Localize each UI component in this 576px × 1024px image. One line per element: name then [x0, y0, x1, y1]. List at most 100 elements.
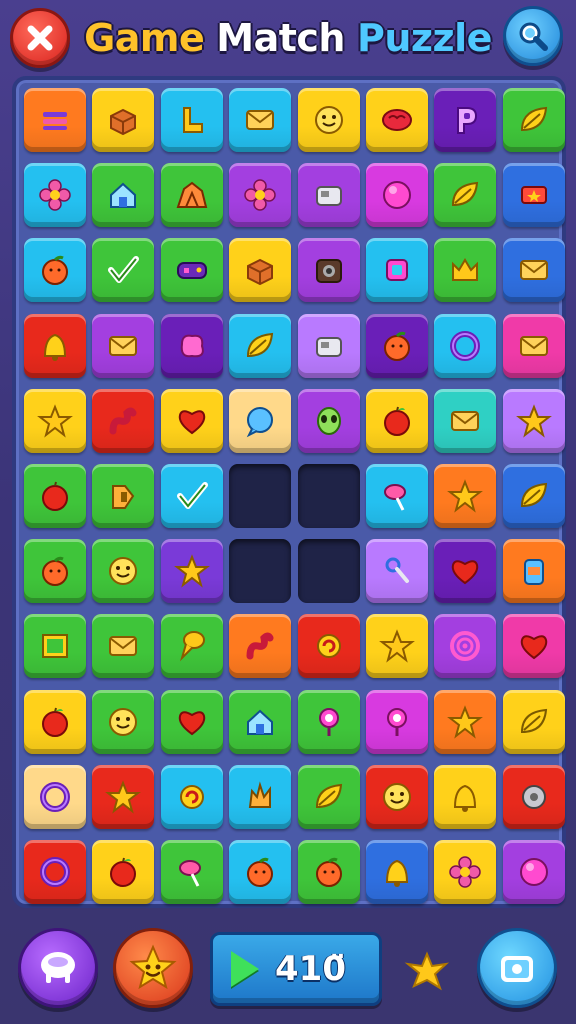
- shop-button[interactable]: [18, 928, 98, 1008]
- tile[interactable]: [366, 840, 428, 904]
- tile[interactable]: [434, 764, 497, 829]
- tile[interactable]: [24, 88, 86, 152]
- tile[interactable]: [24, 464, 86, 528]
- tile[interactable]: [24, 539, 86, 604]
- tile[interactable]: [366, 539, 428, 604]
- tile[interactable]: [24, 614, 86, 679]
- tile[interactable]: [502, 614, 565, 679]
- tile[interactable]: [502, 238, 565, 303]
- tile[interactable]: [502, 764, 565, 829]
- camera-button[interactable]: [477, 928, 557, 1008]
- tile[interactable]: [434, 840, 497, 904]
- tile[interactable]: [160, 689, 223, 754]
- tile[interactable]: [502, 88, 565, 152]
- tile[interactable]: [92, 689, 155, 754]
- tile[interactable]: [92, 88, 155, 152]
- tile[interactable]: [229, 88, 292, 152]
- tile[interactable]: [92, 464, 155, 528]
- tile[interactable]: [366, 464, 428, 528]
- bars-icon: [43, 112, 67, 130]
- tile[interactable]: [297, 238, 360, 303]
- tile[interactable]: [297, 313, 360, 378]
- bonus-star-icon[interactable]: [402, 946, 452, 996]
- tile[interactable]: [160, 614, 223, 679]
- tile[interactable]: [160, 464, 223, 528]
- tile[interactable]: [160, 388, 223, 453]
- tile[interactable]: [229, 163, 292, 228]
- tile[interactable]: [92, 163, 155, 228]
- tile[interactable]: [366, 614, 428, 679]
- tile[interactable]: [24, 238, 86, 303]
- tile[interactable]: [502, 464, 565, 528]
- tile[interactable]: [24, 689, 86, 754]
- face-icon: [109, 707, 138, 736]
- tile[interactable]: [92, 238, 155, 303]
- tile[interactable]: [229, 689, 292, 754]
- tile[interactable]: [92, 313, 155, 378]
- tile[interactable]: [366, 764, 428, 829]
- leaf-icon: [247, 332, 274, 357]
- tile[interactable]: [434, 614, 497, 679]
- tile[interactable]: [434, 388, 497, 453]
- tile[interactable]: [24, 388, 86, 453]
- tile[interactable]: [229, 313, 292, 378]
- tile[interactable]: [366, 388, 428, 453]
- tile[interactable]: [24, 764, 86, 829]
- tile[interactable]: [229, 614, 292, 679]
- close-button[interactable]: [10, 8, 70, 68]
- tile[interactable]: [229, 388, 292, 453]
- tile[interactable]: [24, 163, 86, 228]
- tile[interactable]: [297, 88, 360, 152]
- tile[interactable]: [434, 689, 497, 754]
- tile[interactable]: [92, 764, 155, 829]
- tile[interactable]: [92, 614, 155, 679]
- tile[interactable]: [24, 313, 86, 378]
- tile[interactable]: [92, 539, 155, 604]
- tile[interactable]: [160, 539, 223, 604]
- tile[interactable]: [229, 238, 292, 303]
- empty-cell[interactable]: [229, 464, 292, 528]
- tile[interactable]: [502, 539, 565, 604]
- tile[interactable]: [502, 163, 565, 228]
- tile[interactable]: [229, 840, 292, 904]
- empty-cell[interactable]: [297, 539, 360, 604]
- tile[interactable]: [229, 764, 292, 829]
- tile[interactable]: [297, 388, 360, 453]
- tile[interactable]: [297, 764, 360, 829]
- tile[interactable]: [502, 313, 565, 378]
- face-icon: [109, 557, 138, 586]
- tile[interactable]: [434, 238, 497, 303]
- tile[interactable]: [24, 840, 86, 904]
- tile[interactable]: [366, 313, 428, 378]
- score-panel[interactable]: 410̈: [210, 932, 382, 1006]
- tile[interactable]: [160, 163, 223, 228]
- tile[interactable]: [502, 840, 565, 904]
- tile[interactable]: [434, 88, 497, 152]
- tile[interactable]: [366, 689, 428, 754]
- tile[interactable]: [160, 764, 223, 829]
- tile[interactable]: [366, 238, 428, 303]
- empty-cell[interactable]: [297, 464, 360, 528]
- tile[interactable]: [434, 313, 497, 378]
- star-button[interactable]: [113, 928, 193, 1008]
- tile[interactable]: [502, 388, 565, 453]
- tile[interactable]: [160, 238, 223, 303]
- tile[interactable]: [434, 539, 497, 604]
- pin-icon: [318, 707, 339, 736]
- tile[interactable]: [92, 388, 155, 453]
- tile[interactable]: [160, 313, 223, 378]
- tile[interactable]: [434, 163, 497, 228]
- tile[interactable]: [366, 88, 428, 152]
- tile[interactable]: [297, 689, 360, 754]
- tile[interactable]: [297, 840, 360, 904]
- tile[interactable]: [297, 163, 360, 228]
- tile[interactable]: [92, 840, 155, 904]
- tile[interactable]: [502, 689, 565, 754]
- tile[interactable]: [297, 614, 360, 679]
- tile[interactable]: [160, 840, 223, 904]
- tile[interactable]: [434, 464, 497, 528]
- search-button[interactable]: [503, 6, 563, 66]
- tile[interactable]: [160, 88, 223, 152]
- tile[interactable]: [366, 163, 428, 228]
- empty-cell[interactable]: [229, 539, 292, 604]
